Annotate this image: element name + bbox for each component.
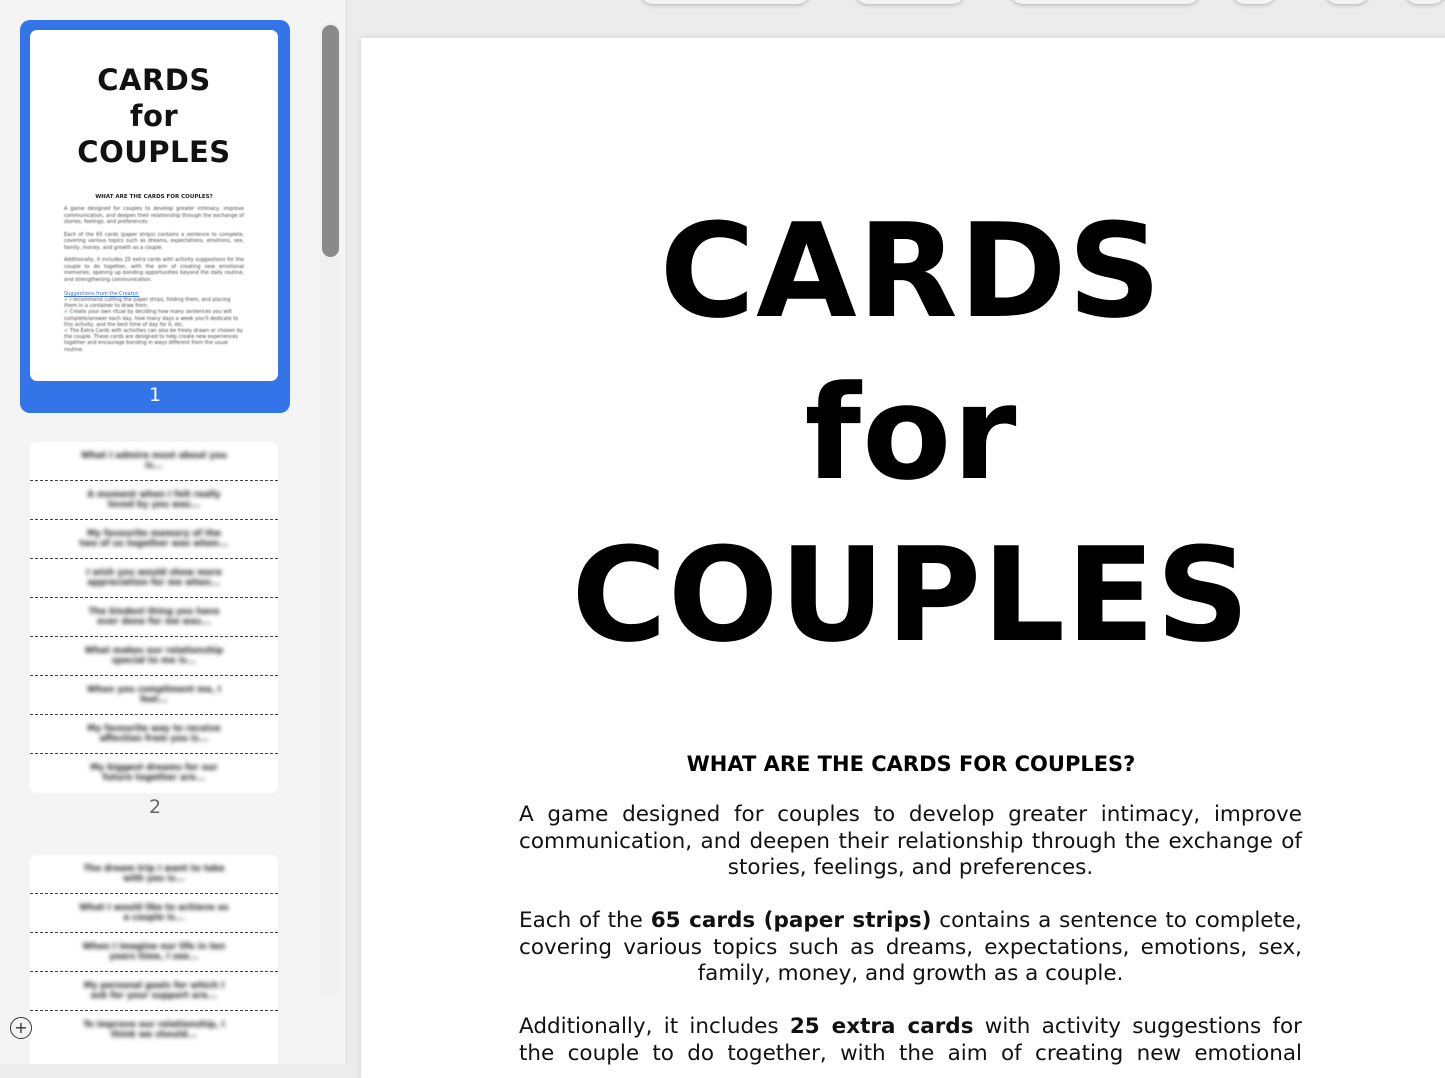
- page-number-label: 1: [148, 384, 162, 406]
- card-strip: My favourite memory of the two of us tog…: [30, 520, 278, 559]
- document-paragraph-2: Each of the 65 cards (paper strips) cont…: [519, 908, 1302, 988]
- page-thumbnail-2[interactable]: What I admire most about you is... A mom…: [20, 432, 290, 827]
- card-strip: What I admire most about you is...: [30, 442, 278, 481]
- checkmark-icon: ✔: [64, 309, 69, 316]
- card-strip-text: When you compliment me, I feel...: [87, 685, 221, 705]
- card-strip-text: What makes our relationship special to m…: [84, 646, 224, 666]
- toolbar-button[interactable]: [855, 0, 965, 4]
- card-strip-text: The kindest thing you have ever done for…: [88, 607, 220, 627]
- page-thumbnail-sidebar: CARDS for COUPLES WHAT ARE THE CARDS FOR…: [0, 0, 347, 1064]
- thumbnail-paragraph: Additionally, it includes 25 extra cards…: [64, 257, 244, 283]
- card-strip-text: The dream trip I want to take with you i…: [83, 864, 225, 884]
- add-page-button[interactable]: +: [10, 1017, 32, 1039]
- plus-circle-icon: +: [14, 1018, 28, 1037]
- card-strip: When you compliment me, I feel...: [30, 676, 278, 715]
- thumbnail-suggestion-text: I recommend cutting the paper strips, fo…: [64, 297, 231, 310]
- thumbnail-title-line: for: [129, 99, 179, 133]
- thumbnail-suggestion-text: The Extra Cards with activities can also…: [64, 328, 243, 353]
- toolbar-button[interactable]: [1405, 0, 1445, 4]
- page-number-label: 2: [148, 796, 162, 818]
- card-strip-text: To improve our relationship, I think we …: [83, 1020, 225, 1040]
- card-strip-text: A moment when I felt really loved by you…: [87, 490, 221, 510]
- card-strip: A moment when I felt really loved by you…: [30, 481, 278, 520]
- card-strip: What makes our relationship special to m…: [30, 637, 278, 676]
- card-strip-text: I wish you would show more appreciation …: [86, 568, 222, 588]
- thumbnail-title-line: CARDS: [97, 63, 211, 97]
- card-strip-text: What I admire most about you is...: [81, 451, 227, 471]
- thumbnail-paragraph: A game designed for couples to develop g…: [64, 206, 244, 225]
- paragraph-bold-text: 25 extra cards: [789, 1014, 974, 1039]
- document-title-line: COUPLES: [571, 519, 1251, 671]
- checkmark-icon: ✔: [64, 328, 69, 335]
- thumbnail-suggestion: ✔ Create your own ritual by deciding how…: [30, 309, 278, 328]
- card-strip: When I imagine our life in ten years tim…: [30, 933, 278, 972]
- card-strip: The dream trip I want to take with you i…: [30, 855, 278, 894]
- paragraph-text: Additionally, it includes: [519, 1014, 790, 1039]
- card-strip-text: What I would like to achieve as a couple…: [79, 903, 229, 923]
- thumbnail-suggestion: ✔ I recommend cutting the paper strips, …: [30, 297, 278, 309]
- document-title: CARDS for COUPLES: [361, 190, 1445, 676]
- toolbar-button[interactable]: [1325, 0, 1369, 4]
- sidebar-scrollbar-thumb[interactable]: [322, 25, 339, 257]
- thumbnail-title: CARDS for COUPLES: [30, 62, 278, 170]
- page-thumbnail-3[interactable]: The dream trip I want to take with you i…: [20, 845, 290, 1064]
- paragraph-bold-text: 65 cards (paper strips): [650, 908, 932, 933]
- card-strip-text: My favourite memory of the two of us tog…: [79, 529, 229, 549]
- document-title-line: CARDS: [659, 195, 1163, 347]
- thumbnail-suggestion: ✔ The Extra Cards with activities can al…: [30, 328, 278, 353]
- page-thumbnail-1[interactable]: CARDS for COUPLES WHAT ARE THE CARDS FOR…: [20, 20, 290, 413]
- paragraph-text: Each of the: [519, 908, 651, 933]
- thumbnail-paragraph: Each of the 65 cards (paper strips) cont…: [64, 231, 244, 251]
- thumbnail-suggestion-text: Create your own ritual by deciding how m…: [64, 309, 239, 328]
- thumbnail-title-line: COUPLES: [77, 135, 231, 169]
- document-paragraph-3: Additionally, it includes 25 extra cards…: [519, 1014, 1302, 1067]
- page-thumbnail-1-preview: CARDS for COUPLES WHAT ARE THE CARDS FOR…: [30, 30, 278, 381]
- card-strip: What I would like to achieve as a couple…: [30, 894, 278, 933]
- page-thumbnail-2-preview: What I admire most about you is... A mom…: [30, 442, 278, 793]
- toolbar-button[interactable]: [640, 0, 810, 4]
- document-page: CARDS for COUPLES WHAT ARE THE CARDS FOR…: [361, 38, 1445, 1078]
- card-strip: To improve our relationship, I think we …: [30, 1011, 278, 1049]
- card-strip: I wish you would show more appreciation …: [30, 559, 278, 598]
- page-thumbnail-3-preview: The dream trip I want to take with you i…: [30, 855, 278, 1064]
- toolbar-button[interactable]: [1010, 0, 1200, 4]
- checkmark-icon: ✔: [64, 297, 69, 303]
- card-strip-text: When I imagine our life in ten years tim…: [82, 942, 226, 962]
- card-strip: My personal goals for which I ask for yo…: [30, 972, 278, 1011]
- toolbar-button[interactable]: [1232, 0, 1276, 4]
- card-strip-text: My personal goals for which I ask for yo…: [83, 981, 225, 1001]
- card-strip: My biggest dreams for our future togethe…: [30, 754, 278, 792]
- document-subheading: WHAT ARE THE CARDS FOR COUPLES?: [686, 752, 1136, 776]
- card-strip-text: My favourite way to receive affection fr…: [87, 724, 221, 744]
- thumbnail-subheading: WHAT ARE THE CARDS FOR COUPLES?: [95, 194, 213, 200]
- document-title-line: for: [804, 357, 1018, 509]
- card-strip-text: My biggest dreams for our future togethe…: [90, 763, 218, 783]
- card-strip: My favourite way to receive affection fr…: [30, 715, 278, 754]
- document-paragraph-1: A game designed for couples to develop g…: [519, 802, 1302, 880]
- card-strip: The kindest thing you have ever done for…: [30, 598, 278, 637]
